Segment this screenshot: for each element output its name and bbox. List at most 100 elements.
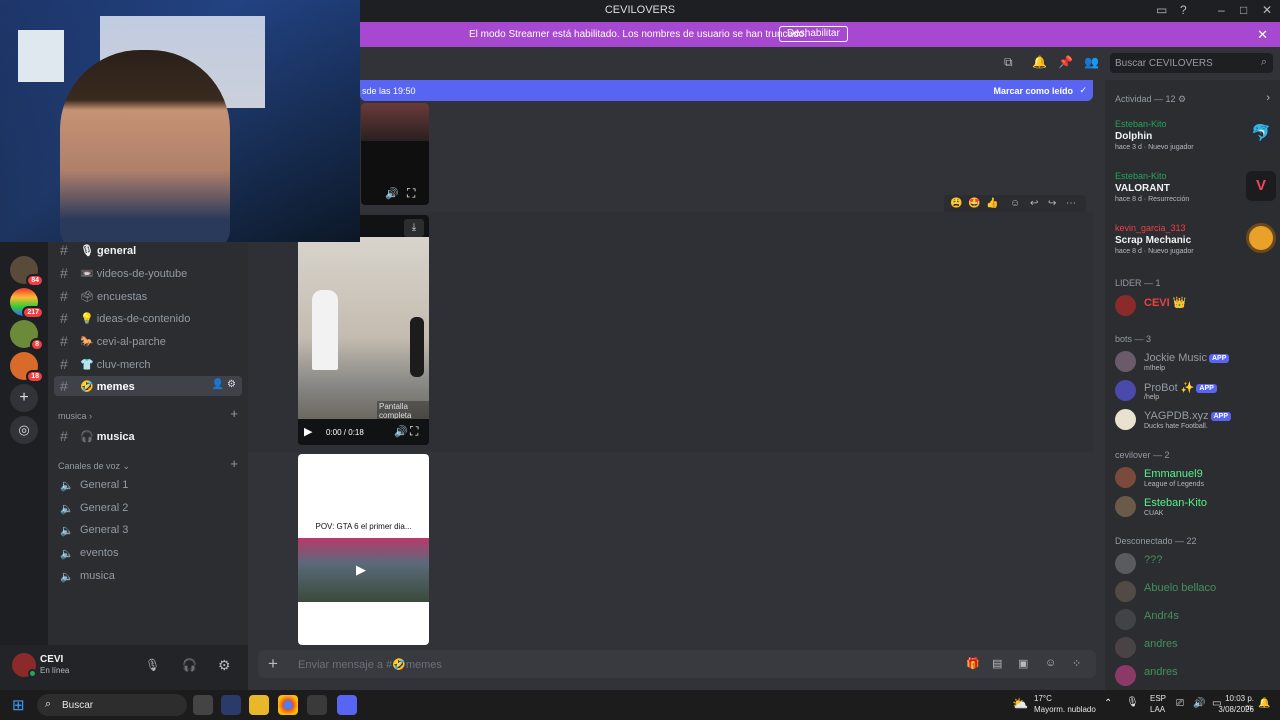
add-reaction-icon[interactable]: ☺: [1010, 198, 1020, 209]
voice-channel[interactable]: 🔈 General 1: [54, 475, 242, 495]
video-attachment[interactable]: POV: GTA 6 el primer dia... ▶: [298, 454, 429, 645]
avatar: [1115, 295, 1136, 316]
maximize-icon[interactable]: □: [1240, 3, 1247, 17]
voice-channel[interactable]: 🔈 musica: [54, 566, 242, 586]
microphone-icon[interactable]: 🎙: [145, 658, 160, 672]
play-icon[interactable]: ▶: [304, 425, 312, 438]
more-icon[interactable]: ⋯: [1066, 198, 1076, 209]
new-messages-bar[interactable]: sde las 19:50 Marcar como leído ✓: [360, 80, 1093, 101]
explore-icon[interactable]: ◎: [10, 416, 38, 444]
activity-header: Actividad — 12 ⚙: [1115, 94, 1187, 104]
pin-icon[interactable]: 📌: [1058, 55, 1073, 69]
channel-general[interactable]: # 🎙 general: [54, 240, 242, 260]
fullscreen-icon[interactable]: ⛶: [407, 186, 415, 201]
close-window-icon[interactable]: ✕: [1262, 3, 1272, 17]
activity-card[interactable]: Esteban-Kito VALORANT hace 8 d · Resurre…: [1115, 171, 1276, 203]
channel-musica[interactable]: # 🎧 musica: [54, 426, 242, 446]
channel-cevi-al-parche[interactable]: # 🐎 cevi-al-parche: [54, 331, 242, 351]
member-item[interactable]: ???: [1115, 552, 1275, 578]
member-item[interactable]: YAGPDB.xyz APP Ducks hate Football.: [1115, 408, 1275, 434]
member-item[interactable]: CEVI 👑: [1115, 294, 1275, 320]
server-icon[interactable]: 84: [10, 256, 44, 287]
add-server-icon[interactable]: +: [10, 384, 38, 412]
volume-icon[interactable]: 🔊: [394, 425, 408, 438]
video-attachment[interactable]: ⤓ Pantalla completa ▶ 0:00 / 0:18 🔊 ⛶: [298, 215, 429, 445]
video-attachment[interactable]: 🔊 ⛶: [361, 103, 429, 205]
chevron-right-icon[interactable]: ›: [1266, 92, 1270, 104]
sticker-icon[interactable]: ▣: [1018, 657, 1028, 670]
channel-encuestas[interactable]: # 🗳 encuestas: [54, 286, 242, 306]
windows-start-icon[interactable]: ⊞: [12, 696, 25, 714]
inbox-icon[interactable]: ▭: [1156, 3, 1167, 17]
bell-icon[interactable]: 🔔: [1032, 55, 1047, 69]
forward-icon[interactable]: ↪: [1048, 198, 1056, 209]
speaker-icon: 🔈: [60, 571, 74, 583]
activity-card[interactable]: kevin_garcia_313 Scrap Mechanic hace 8 d…: [1115, 223, 1276, 255]
member-item[interactable]: Jockie Music APP m!help: [1115, 350, 1275, 376]
volume-icon[interactable]: 🔊: [1193, 698, 1205, 709]
member-item[interactable]: andres: [1115, 636, 1275, 662]
file-explorer-icon[interactable]: [249, 695, 269, 715]
member-item[interactable]: Andr4s: [1115, 608, 1275, 634]
category-voice[interactable]: Canales de voz ⌄: [58, 461, 130, 472]
play-icon[interactable]: ▶: [356, 562, 366, 578]
reaction-icon[interactable]: 😩: [950, 198, 962, 209]
online-status-icon: [28, 669, 37, 678]
category-musica[interactable]: musica ›: [58, 411, 92, 421]
add-channel-icon[interactable]: +: [230, 406, 238, 421]
reaction-icon[interactable]: 🤩: [968, 198, 980, 209]
app-icon[interactable]: [221, 695, 241, 715]
network-icon[interactable]: ⎚: [1176, 698, 1184, 709]
apps-icon[interactable]: ⁘: [1072, 657, 1081, 670]
hash-icon: #: [60, 333, 68, 349]
add-voice-channel-icon[interactable]: +: [230, 456, 238, 471]
reaction-icon[interactable]: 👍: [986, 198, 998, 209]
volume-icon[interactable]: 🔊: [385, 187, 399, 200]
search-input[interactable]: Buscar CEVILOVERS ⌕: [1110, 53, 1273, 73]
message-input[interactable]: + Enviar mensaje a #🤣memes 🎁 ▤ ▣ ☺ ⁘: [258, 650, 1096, 678]
server-icon[interactable]: 18: [10, 352, 44, 383]
add-attachment-icon[interactable]: +: [268, 654, 278, 674]
member-item[interactable]: Emmanuel9 League of Legends: [1115, 466, 1275, 492]
minimize-icon[interactable]: –: [1218, 3, 1225, 17]
member-item[interactable]: ProBot ✨ APP /help: [1115, 379, 1275, 405]
gift-icon[interactable]: 🎁: [966, 657, 980, 670]
activity-card[interactable]: Esteban-Kito Dolphin hace 3 d · Nuevo ju…: [1115, 119, 1276, 151]
taskbar-search[interactable]: ⌕ Buscar: [37, 694, 187, 716]
notifications-icon[interactable]: 🔔: [1258, 698, 1270, 709]
member-item[interactable]: andres: [1115, 664, 1275, 690]
member-item[interactable]: Esteban-Kito CUAK: [1115, 495, 1275, 521]
app-icon[interactable]: [307, 695, 327, 715]
task-view-icon[interactable]: [193, 695, 213, 715]
chevron-up-icon[interactable]: ⌃: [1104, 698, 1112, 709]
voice-channel[interactable]: 🔈 General 3: [54, 520, 242, 540]
download-icon[interactable]: ⤓: [404, 219, 424, 237]
mic-icon[interactable]: 🎙: [1126, 697, 1139, 708]
discord-icon[interactable]: [337, 695, 357, 715]
member-item[interactable]: Abuelo bellaco: [1115, 580, 1275, 606]
voice-channel[interactable]: 🔈 eventos: [54, 543, 242, 563]
channel-ideas-de-contenido[interactable]: # 💡 ideas-de-contenido: [54, 308, 242, 328]
help-icon[interactable]: ?: [1180, 3, 1187, 17]
channel-settings-icon[interactable]: 👤 ⚙: [212, 379, 236, 390]
gear-icon[interactable]: ⚙: [218, 657, 231, 674]
channel-videos-de-youtube[interactable]: # 📼 videos-de-youtube: [54, 263, 242, 283]
close-banner-icon[interactable]: ✕: [1257, 27, 1268, 43]
cevilover-header: cevilover — 2: [1115, 450, 1170, 460]
server-icon[interactable]: 8: [10, 320, 44, 351]
members-icon[interactable]: 👥: [1084, 55, 1099, 69]
emoji-icon[interactable]: ☺: [1045, 657, 1056, 669]
headphones-icon[interactable]: 🎧: [182, 658, 197, 672]
disable-streamer-button[interactable]: Deshabilitar: [779, 26, 848, 42]
channel-cluv-merch[interactable]: # 👕 cluv-merch: [54, 354, 242, 374]
speaker-icon: 🔈: [60, 548, 74, 560]
channel-memes[interactable]: # 🤣 memes 👤 ⚙: [54, 376, 242, 396]
threads-icon[interactable]: ⧉: [1004, 55, 1013, 70]
gif-icon[interactable]: ▤: [992, 657, 1002, 670]
server-icon[interactable]: 217: [10, 288, 44, 319]
mark-as-read-button[interactable]: Marcar como leído: [993, 86, 1073, 96]
voice-channel[interactable]: 🔈 General 2: [54, 498, 242, 518]
fullscreen-icon[interactable]: ⛶: [410, 424, 418, 439]
reply-icon[interactable]: ↩: [1030, 198, 1038, 209]
chrome-icon[interactable]: [278, 695, 298, 715]
